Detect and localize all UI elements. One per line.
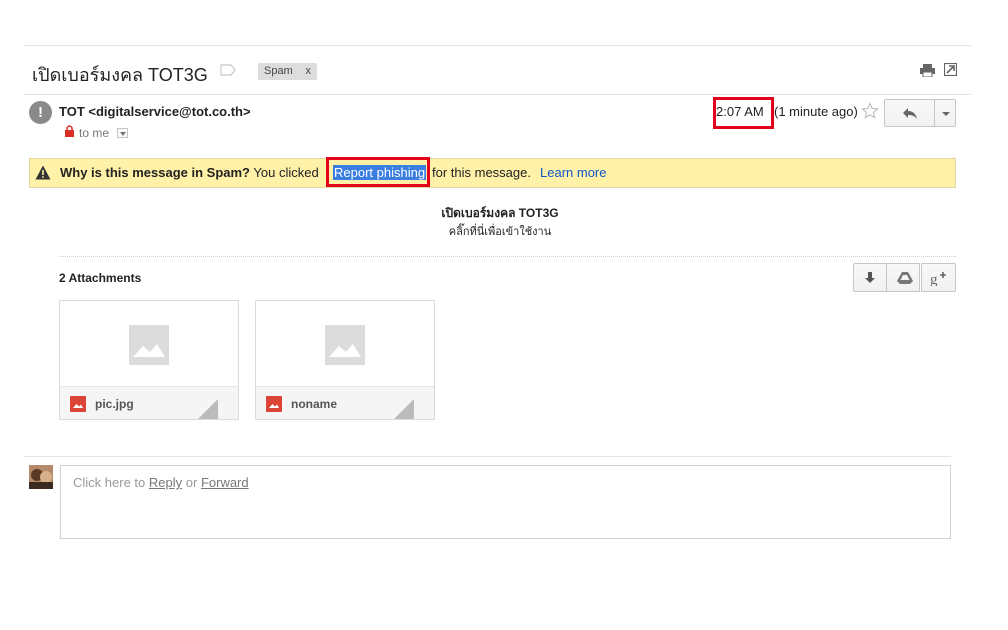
- page-fold-shadow: [394, 399, 414, 419]
- message-body-title[interactable]: เปิดเบอร์มงคล TOT3G: [0, 204, 1000, 223]
- star-icon[interactable]: [861, 102, 879, 120]
- relative-time: (1 minute ago): [774, 104, 858, 119]
- report-phishing-highlight-box: [326, 157, 430, 187]
- reply-button[interactable]: [884, 99, 935, 127]
- attachment-footer: noname: [256, 386, 434, 419]
- save-to-drive-button[interactable]: [886, 263, 920, 292]
- attachments-heading: 2 Attachments: [59, 271, 142, 285]
- attachment-card[interactable]: noname: [255, 300, 435, 420]
- attachment-footer: pic.jpg: [60, 386, 238, 419]
- spam-question: Why is this message in Spam?: [60, 165, 250, 180]
- remove-label-button[interactable]: x: [306, 65, 312, 77]
- reply-icon: [903, 108, 917, 119]
- attachment-card[interactable]: pic.jpg: [59, 300, 239, 420]
- svg-text:g: g: [930, 272, 938, 286]
- spam-label-chip: Spam x: [258, 63, 317, 80]
- attachments-divider: [59, 256, 956, 257]
- user-avatar: [29, 465, 53, 489]
- email-subject: เปิดเบอร์มงคล TOT3G: [32, 65, 208, 85]
- reply-link[interactable]: Reply: [149, 475, 182, 490]
- label-icon[interactable]: [220, 64, 236, 76]
- attachment-filename: noname: [291, 397, 338, 411]
- spam-reason-prefix: You clicked: [253, 165, 319, 180]
- download-all-button[interactable]: [853, 263, 887, 292]
- file-image-icon: [266, 396, 282, 412]
- spam-label-text: Spam: [264, 65, 293, 77]
- recipient-label: to me: [79, 126, 110, 140]
- page-fold-shadow: [198, 399, 218, 419]
- reply-prompt-or: or: [185, 475, 198, 490]
- print-icon[interactable]: [920, 64, 935, 77]
- warning-avatar-icon: !: [29, 101, 52, 124]
- download-icon: [865, 272, 875, 283]
- quick-reply-prompt[interactable]: Click here to Reply or Forward: [73, 475, 249, 490]
- new-window-icon[interactable]: [944, 63, 957, 76]
- file-image-icon: [70, 396, 86, 412]
- attachment-filename: pic.jpg: [95, 397, 134, 411]
- reply-divider: [24, 456, 951, 457]
- show-details-dropdown[interactable]: [117, 128, 128, 138]
- google-plus-icon: g: [930, 272, 946, 286]
- drive-icon: [897, 272, 913, 284]
- message-body-link[interactable]: คลิ๊กที่นี่เพื่อเข้าใช้งาน: [0, 222, 1000, 240]
- more-actions-button[interactable]: [934, 99, 956, 127]
- share-google-plus-button[interactable]: g: [921, 263, 956, 292]
- spam-reason-text: Why is this message in Spam? You clicked: [60, 165, 319, 180]
- forward-link[interactable]: Forward: [201, 475, 249, 490]
- reply-prompt-prefix: Click here to: [73, 475, 146, 490]
- image-placeholder-icon: [129, 325, 169, 365]
- sender-address[interactable]: TOT <digitalservice@tot.co.th>: [59, 104, 251, 119]
- lock-icon: [65, 125, 74, 137]
- header-divider: [24, 94, 971, 95]
- learn-more-link[interactable]: Learn more: [540, 165, 606, 180]
- spam-reason-suffix: for this message.: [432, 165, 531, 180]
- image-placeholder-icon: [325, 325, 365, 365]
- timestamp-highlight-box: [713, 97, 774, 129]
- top-divider: [24, 45, 971, 46]
- warning-triangle-icon: [35, 165, 51, 180]
